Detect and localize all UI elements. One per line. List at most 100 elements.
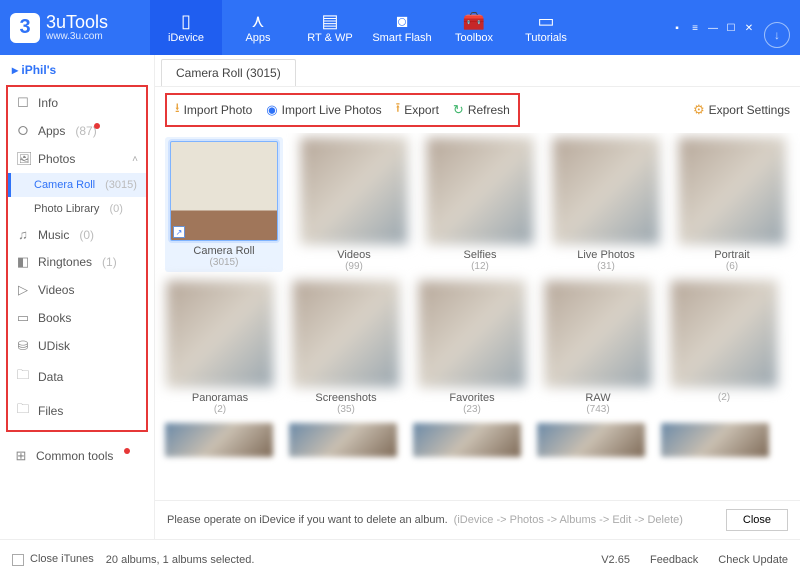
album-thumb xyxy=(418,280,526,388)
album-label: Live Photos xyxy=(577,249,634,261)
sidebar-item-videos[interactable]: ▷Videos xyxy=(8,276,146,304)
export-icon: ⭱ xyxy=(396,99,401,121)
album-thumb xyxy=(544,280,652,388)
shortcut-badge-icon: ↗ xyxy=(173,226,185,238)
sidebar-item-data[interactable]: 🗀Data xyxy=(8,360,146,394)
nav-smartflash[interactable]: ◙Smart Flash xyxy=(366,0,438,55)
album-gallery: ↗ Camera Roll (3015) Videos(99) Selfies(… xyxy=(155,133,800,500)
nav-toolbox[interactable]: 🧰Toolbox xyxy=(438,0,510,55)
export-button[interactable]: ⭱Export xyxy=(396,99,439,121)
album-label: RAW xyxy=(585,392,610,404)
flash-icon: ◙ xyxy=(397,12,408,30)
album-row-partial xyxy=(165,423,790,457)
import-photo-button[interactable]: ⭳Import Photo xyxy=(175,99,252,121)
toolbar-highlight: ⭳Import Photo ◉Import Live Photos ⭱Expor… xyxy=(165,93,520,127)
ringtone-icon: ◧ xyxy=(16,254,30,270)
album-thumb[interactable] xyxy=(289,423,397,457)
album-raw[interactable]: RAW(743) xyxy=(543,280,653,415)
album-videos[interactable]: Videos(99) xyxy=(299,137,409,272)
window-controls: ▪ ≡ — ☐ ✕ xyxy=(670,19,756,37)
album-label: Selfies xyxy=(463,249,496,261)
sidebar-item-photo-library[interactable]: Photo Library (0) xyxy=(8,197,146,221)
album-selfies[interactable]: Selfies(12) xyxy=(425,137,535,272)
album-favorites[interactable]: Favorites(23) xyxy=(417,280,527,415)
album-panoramas[interactable]: Panoramas(2) xyxy=(165,280,275,415)
album-label: Camera Roll xyxy=(193,245,254,257)
sidebar-item-apps[interactable]: ⭘Apps(87) xyxy=(8,117,146,145)
refresh-button[interactable]: ↻Refresh xyxy=(453,102,510,118)
logo-badge: 3 xyxy=(10,13,40,43)
album-thumb xyxy=(292,280,400,388)
album-portrait[interactable]: Portrait(6) xyxy=(677,137,787,272)
info-icon: ☐ xyxy=(16,95,30,111)
feedback-link[interactable]: Feedback xyxy=(650,554,698,566)
album-count: (23) xyxy=(463,404,481,415)
nav-tutorials[interactable]: ▭Tutorials xyxy=(510,0,582,55)
album-unnamed[interactable]: (2) xyxy=(669,280,779,415)
close-itunes-checkbox[interactable]: Close iTunes xyxy=(12,553,94,565)
sidebar-item-files[interactable]: 🗀Files xyxy=(8,394,146,428)
common-tools-icon: ⊞ xyxy=(14,448,28,464)
album-thumb[interactable] xyxy=(661,423,769,457)
nav-rtwp[interactable]: ▤RT & WP xyxy=(294,0,366,55)
album-label: Panoramas xyxy=(192,392,248,404)
minimize-button[interactable]: — xyxy=(706,23,720,37)
close-info-button[interactable]: Close xyxy=(726,509,788,531)
album-thumb xyxy=(552,137,660,245)
toolbox-icon: 🧰 xyxy=(463,12,485,30)
sidebar-item-info[interactable]: ☐Info xyxy=(8,89,146,117)
album-thumb[interactable] xyxy=(537,423,645,457)
sidebar-item-udisk[interactable]: ⛁UDisk xyxy=(8,332,146,360)
album-thumb[interactable] xyxy=(165,423,273,457)
maximize-button[interactable]: ☐ xyxy=(724,23,738,37)
top-nav: ▯iDevice ⋏Apps ▤RT & WP ◙Smart Flash 🧰To… xyxy=(150,0,582,55)
selection-status: 20 albums, 1 albums selected. xyxy=(106,554,255,566)
sidebar-section-highlight: ☐Info ⭘Apps(87) 🖼Photos˄ Camera Roll (30… xyxy=(6,85,148,432)
album-count: (2) xyxy=(214,404,226,415)
chevron-up-icon[interactable]: ˄ xyxy=(132,154,138,165)
apps-side-icon: ⭘ xyxy=(16,123,30,139)
sidebar-item-camera-roll[interactable]: Camera Roll (3015) xyxy=(8,173,146,197)
album-camera-roll[interactable]: ↗ Camera Roll (3015) xyxy=(165,137,283,272)
sidebar-item-books[interactable]: ▭Books xyxy=(8,304,146,332)
photos-icon: 🖼 xyxy=(16,151,30,167)
gear-icon: ⚙ xyxy=(693,102,705,118)
sidebar-item-common-tools[interactable]: ⊞Common tools xyxy=(6,442,148,470)
data-icon: 🗀 xyxy=(16,366,30,388)
win-btn-1[interactable]: ▪ xyxy=(670,23,684,37)
nav-idevice[interactable]: ▯iDevice xyxy=(150,0,222,55)
nav-apps[interactable]: ⋏Apps xyxy=(222,0,294,55)
device-name[interactable]: ▸ iPhil's xyxy=(0,55,154,85)
album-thumb[interactable] xyxy=(413,423,521,457)
album-thumb xyxy=(166,280,274,388)
album-count: (2) xyxy=(718,392,730,403)
close-window-button[interactable]: ✕ xyxy=(742,23,756,37)
export-settings-button[interactable]: ⚙Export Settings xyxy=(693,102,790,118)
download-button[interactable]: ↓ xyxy=(764,22,790,48)
notification-dot xyxy=(124,448,130,454)
check-update-link[interactable]: Check Update xyxy=(718,554,788,566)
music-icon: ♫ xyxy=(16,227,30,242)
album-screenshots[interactable]: Screenshots(35) xyxy=(291,280,401,415)
sidebar-item-music[interactable]: ♫Music(0) xyxy=(8,221,146,248)
album-thumb: ↗ xyxy=(170,141,278,241)
sidebar-item-ringtones[interactable]: ◧Ringtones(1) xyxy=(8,248,146,276)
sidebar: ▸ iPhil's ☐Info ⭘Apps(87) 🖼Photos˄ Camer… xyxy=(0,55,155,539)
footer: Close iTunes 20 albums, 1 albums selecte… xyxy=(0,539,800,579)
album-live-photos[interactable]: Live Photos(31) xyxy=(551,137,661,272)
main-panel: Camera Roll (3015) ⭳Import Photo ◉Import… xyxy=(155,55,800,539)
album-count: (99) xyxy=(345,261,363,272)
album-count: (743) xyxy=(586,404,609,415)
album-label: Screenshots xyxy=(315,392,376,404)
sidebar-item-photos[interactable]: 🖼Photos˄ xyxy=(8,145,146,173)
tab-camera-roll[interactable]: Camera Roll (3015) xyxy=(161,59,296,86)
win-btn-2[interactable]: ≡ xyxy=(688,23,702,37)
album-label: Videos xyxy=(337,249,370,261)
album-thumb xyxy=(300,137,408,245)
udisk-icon: ⛁ xyxy=(16,338,30,354)
logo: 3 3uTools www.3u.com xyxy=(10,13,150,43)
import-live-photos-button[interactable]: ◉Import Live Photos xyxy=(266,102,381,118)
app-site: www.3u.com xyxy=(46,31,108,42)
files-icon: 🗀 xyxy=(16,400,30,422)
refresh-icon: ↻ xyxy=(453,102,464,118)
